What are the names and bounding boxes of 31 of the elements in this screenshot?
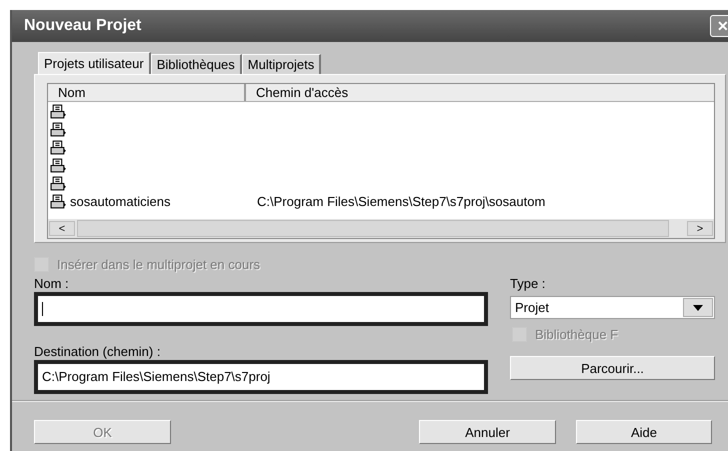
window-title: Nouveau Projet	[24, 17, 142, 35]
field-label: Nom :	[34, 276, 70, 292]
tab[interactable]: Multiprojets	[242, 54, 322, 74]
field-label: Type :	[510, 276, 546, 292]
scroll-right-button[interactable]: >	[687, 221, 713, 236]
destination-input-field[interactable]: C:\Program Files\Siemens\Step7\s7proj	[34, 360, 488, 394]
caret-icon	[693, 304, 703, 310]
horizontal-scrollbar[interactable]: < >	[48, 219, 714, 238]
project-icon	[50, 140, 67, 154]
column-header[interactable]: Nom	[48, 84, 246, 101]
scroll-thumb[interactable]	[77, 220, 669, 237]
project-icon	[50, 122, 67, 136]
close-button[interactable]: ✕	[710, 15, 728, 37]
scroll-left-button[interactable]: <	[49, 221, 75, 236]
help-button[interactable]: Aide	[576, 420, 712, 444]
type-dropdown[interactable]: Projet	[510, 296, 715, 319]
browse-button[interactable]: Parcourir...	[510, 356, 715, 380]
table-cell[interactable]: C:\Program Files\Siemens\Step7\s7proj\sosautom	[257, 194, 546, 208]
project-icon	[50, 158, 67, 172]
name-input-field[interactable]	[34, 292, 488, 326]
column-header[interactable]: Chemin d'accès	[246, 84, 714, 101]
checkbox-label: Bibliothèque F	[535, 327, 618, 342]
project-icon	[50, 104, 67, 118]
checkbox-label: Insérer dans le multiprojet en cours	[57, 257, 260, 272]
project-icon	[50, 194, 67, 208]
cancel-button[interactable]: Annuler	[419, 420, 556, 444]
tab[interactable]: Projets utilisateur	[38, 52, 151, 74]
project-icon	[50, 176, 67, 190]
table-cell[interactable]: sosautomaticiens	[67, 194, 257, 208]
field-label: Destination (chemin) :	[34, 344, 162, 360]
tab[interactable]: Bibliothèques	[150, 54, 242, 74]
